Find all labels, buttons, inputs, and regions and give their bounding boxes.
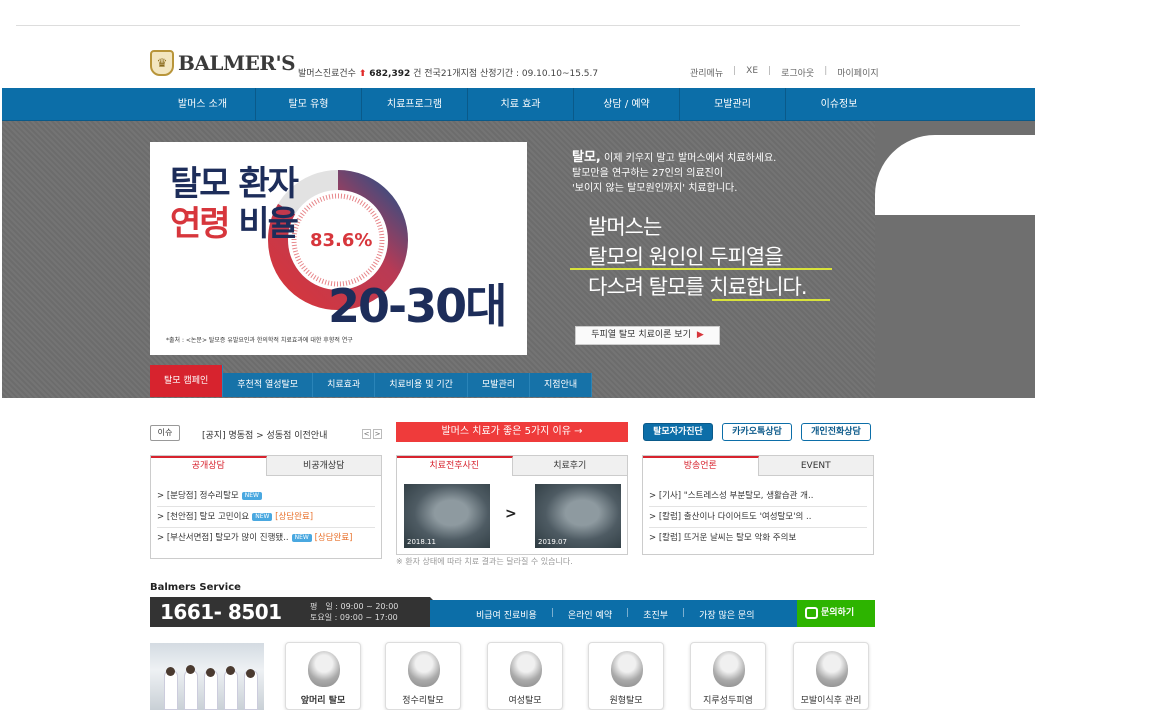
play-arrow-icon: ▶	[696, 330, 704, 340]
link-online-reservation[interactable]: 온라인 예약	[568, 608, 612, 621]
service-card-seborrheic[interactable]: 지루성두피염	[690, 642, 766, 710]
panel-source: *출처 : <논문> 탈모증 유발요인과 한의학적 치료효과에 대한 후향적 연…	[166, 337, 353, 344]
consult-box: 공개상담 비공개상담 > [분당점] 정수리탈모 NEW > [천안점] 탈모 고…	[150, 455, 382, 559]
five-reasons-banner[interactable]: 발머스 치료가 좋은 5가지 이유 →	[396, 422, 628, 442]
kakaotalk-consult-button[interactable]: 카카오톡상담	[722, 423, 792, 441]
link-first-visit[interactable]: 초진부	[643, 608, 668, 621]
link-noncovered-cost[interactable]: 비급여 진료비용	[476, 608, 537, 621]
panel-title-line2: 연령 비율	[170, 204, 299, 244]
ratio-percent: 83.6%	[310, 230, 373, 251]
tab-branches[interactable]: 지점안내	[530, 373, 593, 397]
phone-number[interactable]: 1661- 8501	[160, 600, 282, 624]
utility-xe[interactable]: XE	[736, 66, 768, 79]
before-photo[interactable]: 2018.11	[404, 484, 490, 548]
service-card-alopecia-areata[interactable]: 원형탈모	[588, 642, 664, 710]
head-female-icon	[510, 651, 542, 687]
nav-consult-reserve[interactable]: 상담 / 예약	[574, 88, 680, 121]
next-arrow-icon[interactable]: >	[373, 429, 382, 439]
tab-cost-period[interactable]: 치료비용 및 기간	[375, 373, 468, 397]
tab-media[interactable]: 방송언론	[643, 456, 759, 476]
headline-underline	[570, 268, 832, 270]
service-card-front-hairloss[interactable]: 앞머리 탈모	[285, 642, 361, 710]
logo[interactable]: ♛ BALMER'S	[150, 50, 296, 76]
tab-event[interactable]: EVENT	[758, 456, 873, 476]
stats-count: 682,392	[369, 69, 411, 79]
scalp-heat-theory-button[interactable]: 두피열 탈모 치료이론 보기 ▶	[575, 326, 720, 345]
hero-tabs: 탈모 캠페인 후천적 열성탈모 치료효과 치료비용 및 기간 모발관리 지점안내	[150, 365, 593, 397]
age-group: 20-30대	[328, 279, 507, 333]
issue-tag: 이슈	[150, 425, 180, 441]
head-areata-icon	[611, 651, 643, 687]
tab-private-consult[interactable]: 비공개상담	[266, 456, 381, 476]
chat-bubble-icon	[805, 607, 818, 619]
opening-hours: 평 일 : 09:00 ~ 20:00 토요일 : 09:00 ~ 17:00	[310, 602, 399, 622]
tab-acquired-heat[interactable]: 후천적 열성탈모	[223, 373, 314, 397]
kakao-inquiry-button[interactable]: 문의하기	[797, 600, 875, 627]
utility-logout[interactable]: 로그아웃	[771, 66, 824, 79]
prev-arrow-icon[interactable]: <	[362, 429, 371, 439]
main-nav: 발머스 소개 탈모 유형 치료프로그램 치료 효과 상담 / 예약 모발관리 이…	[2, 88, 1035, 121]
tab-public-consult[interactable]: 공개상담	[151, 456, 267, 476]
before-after-box: 치료전후사진 치료후기 2018.11 > 2019.07	[396, 455, 628, 555]
service-card-transplant-care[interactable]: 모발이식후 관리	[793, 642, 869, 710]
list-item[interactable]: > [천안점] 탈모 고민이요 NEW [상담완료]	[157, 507, 375, 528]
self-diagnosis-button[interactable]: 탈모자가진단	[643, 423, 713, 441]
media-box: 방송언론 EVENT > [기사] "스트레스성 부분탈모, 생활습관 개.. …	[642, 455, 874, 555]
utility-mypage[interactable]: 마이페이지	[827, 66, 888, 79]
tab-effects[interactable]: 치료효과	[313, 373, 376, 397]
after-photo[interactable]: 2019.07	[535, 484, 621, 548]
tab-reviews[interactable]: 치료후기	[512, 456, 627, 476]
hero-intro-copy: 탈모, 이제 키우지 말고 발머스에서 치료하세요. 탈모만을 연구하는 27인…	[572, 150, 777, 194]
list-item[interactable]: > [기사] "스트레스성 부분탈모, 생활습관 개..	[649, 486, 867, 507]
up-arrow-icon: ⬆	[358, 69, 367, 79]
list-item[interactable]: > [칼럼] 뜨거운 날씨는 탈모 악화 주의보	[649, 528, 867, 549]
lion-emblem-icon: ♛	[150, 50, 174, 76]
tab-campaign[interactable]: 탈모 캠페인	[150, 365, 224, 397]
nav-hair-care[interactable]: 모발관리	[680, 88, 786, 121]
service-card-female-hairloss[interactable]: 여성탈모	[487, 642, 563, 710]
age-ratio-panel[interactable]: 탈모 환자 연령 비율 83.6% 20-30대 *출처 : <논문> 탈모증 …	[150, 142, 527, 355]
head-transplant-icon	[816, 651, 848, 687]
tab-before-after[interactable]: 치료전후사진	[397, 456, 513, 476]
notice-pager: < >	[362, 429, 382, 439]
nav-issue-info[interactable]: 이슈정보	[786, 88, 892, 121]
arrow-right-icon: >	[505, 506, 517, 522]
nav-effects[interactable]: 치료 효과	[468, 88, 574, 121]
photo-disclaimer: ※ 환자 상태에 따라 치료 결과는 달라질 수 있습니다.	[396, 557, 573, 566]
service-links: 비급여 진료비용 | 온라인 예약 | 초진부 | 가장 많은 문의	[476, 608, 755, 621]
phone-consult-button[interactable]: 개인전화상담	[801, 423, 871, 441]
top-divider	[16, 25, 1020, 26]
list-item[interactable]: > [부산서면점] 탈모가 많이 진행됐.. NEW [상담완료]	[157, 528, 375, 549]
service-title: Balmers Service	[150, 582, 241, 593]
head-crown-icon	[408, 651, 440, 687]
head-front-icon	[308, 651, 340, 687]
nav-hairloss-types[interactable]: 탈모 유형	[256, 88, 362, 121]
nav-about[interactable]: 발머스 소개	[150, 88, 256, 121]
medical-staff-image	[150, 643, 264, 710]
brand-name: BALMER'S	[178, 51, 296, 75]
nav-programs[interactable]: 치료프로그램	[362, 88, 468, 121]
head-seborrheic-icon	[713, 651, 745, 687]
stats-suffix: 건 전국21개지점 산정기간 : 09.10.10~15.5.7	[413, 69, 599, 79]
notice-text[interactable]: [공지] 명동점 > 성동점 이전안내	[202, 428, 327, 441]
list-item[interactable]: > [분당점] 정수리탈모 NEW	[157, 486, 375, 507]
service-card-crown-hairloss[interactable]: 정수리탈모	[385, 642, 461, 710]
hero-headline: 발머스는 탈모의 원인인 두피열을 다스려 탈모를 치료합니다.	[588, 215, 808, 299]
stats-prefix: 발머스진료건수	[298, 69, 356, 79]
treatment-stats: 발머스진료건수 ⬆ 682,392 건 전국21개지점 산정기간 : 09.10…	[298, 66, 598, 79]
utility-admin[interactable]: 관리메뉴	[680, 66, 733, 79]
headline-underline-2	[712, 299, 830, 301]
utility-menu: 관리메뉴 | XE | 로그아웃 | 마이페이지	[680, 66, 889, 79]
link-faq[interactable]: 가장 많은 문의	[699, 608, 754, 621]
tab-hair-care[interactable]: 모발관리	[467, 373, 531, 397]
list-item[interactable]: > [칼럼] 출산이나 다이어트도 '여성탈모'의 ..	[649, 507, 867, 528]
